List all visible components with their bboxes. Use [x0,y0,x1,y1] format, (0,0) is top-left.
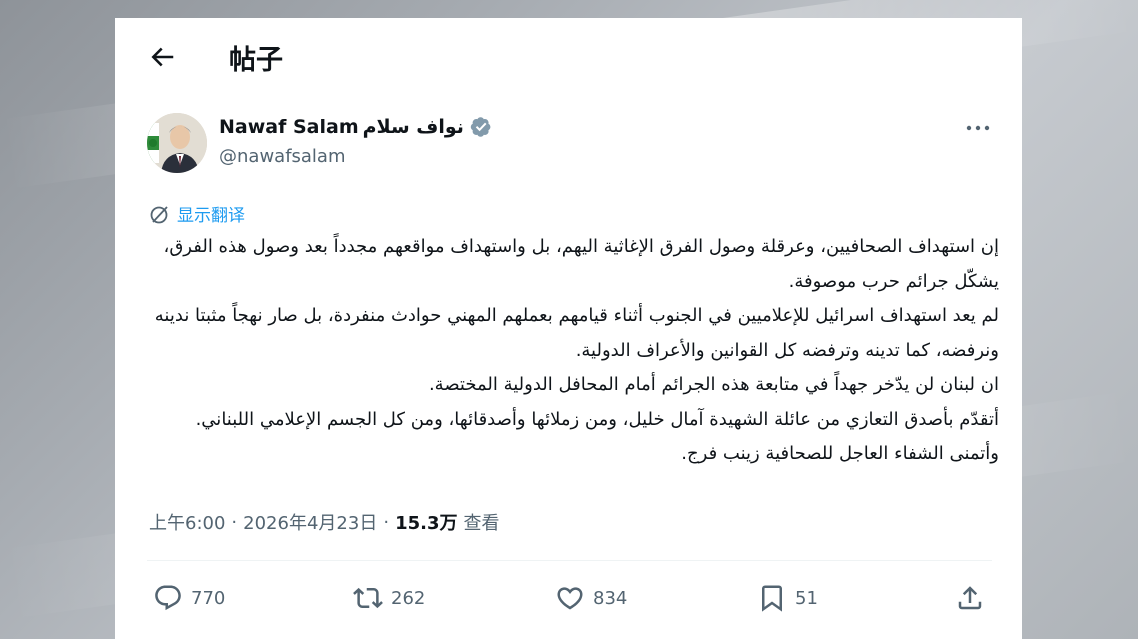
tweet-time[interactable]: 上午6:00 [149,509,225,535]
tweet-date[interactable]: 2026年4月23日 [243,509,377,535]
meta-separator: · [231,511,238,533]
bookmark-icon [762,585,782,612]
top-bar: 帖子 [115,18,1022,96]
retweet-count: 262 [391,587,426,609]
more-dots-icon [966,125,990,131]
reply-count: 770 [191,587,226,609]
bookmark-button[interactable]: 51 [757,583,818,613]
reply-button[interactable]: 770 [153,583,225,613]
views-count: 15.3万 [395,513,458,534]
show-translation-button[interactable]: 显示翻译 [149,201,245,226]
like-count: 834 [593,587,628,609]
verified-badge-icon [470,117,491,137]
divider [147,560,992,561]
meta-separator: · [383,511,390,533]
tweet-paragraph: ان لبنان لن يدّخر جهداً في متابعة هذه ال… [428,374,999,395]
more-options-button[interactable] [963,116,993,140]
tweet-paragraph: أتقدّم بأصدق التعازي من عائلة الشهيدة آم… [195,408,999,465]
post-card: 帖子 Nawaf Salam نواف سلام @nawafsalam 显示翻… [115,18,1022,639]
avatar-photo-icon [147,113,207,173]
share-icon [958,586,982,610]
share-button[interactable] [955,583,985,613]
author-name-arabic: نواف سلام [362,116,464,138]
translate-icon [150,205,168,223]
author-name: Nawaf Salam [219,116,359,138]
retweet-icon [353,587,383,609]
reply-icon [155,585,181,611]
tweet-paragraph: لم يعد استهداف اسرائيل للإعلاميين في الج… [154,305,999,361]
bookmark-count: 51 [795,587,818,609]
avatar[interactable] [147,113,207,173]
action-bar: 770 262 834 51 [115,583,1022,623]
views-label: 查看 [463,513,500,534]
like-button[interactable]: 834 [555,583,627,613]
author-handle[interactable]: @nawafsalam [219,146,346,167]
tweet-meta: 上午6:00 · 2026年4月23日 · 15.3万 查看 [149,509,499,535]
retweet-button[interactable]: 262 [353,583,425,613]
page-title: 帖子 [229,45,283,76]
arrow-left-icon [151,47,174,67]
back-button[interactable] [147,42,177,72]
tweet-paragraph: إن استهداف الصحافيين، وعرقلة وصول الفرق … [163,236,999,292]
show-translation-label: 显示翻译 [177,206,245,226]
tweet-text: إن استهداف الصحافيين، وعرقلة وصول الفرق … [147,230,999,472]
author-row[interactable]: Nawaf Salam نواف سلام [219,116,492,138]
heart-icon [557,587,583,610]
